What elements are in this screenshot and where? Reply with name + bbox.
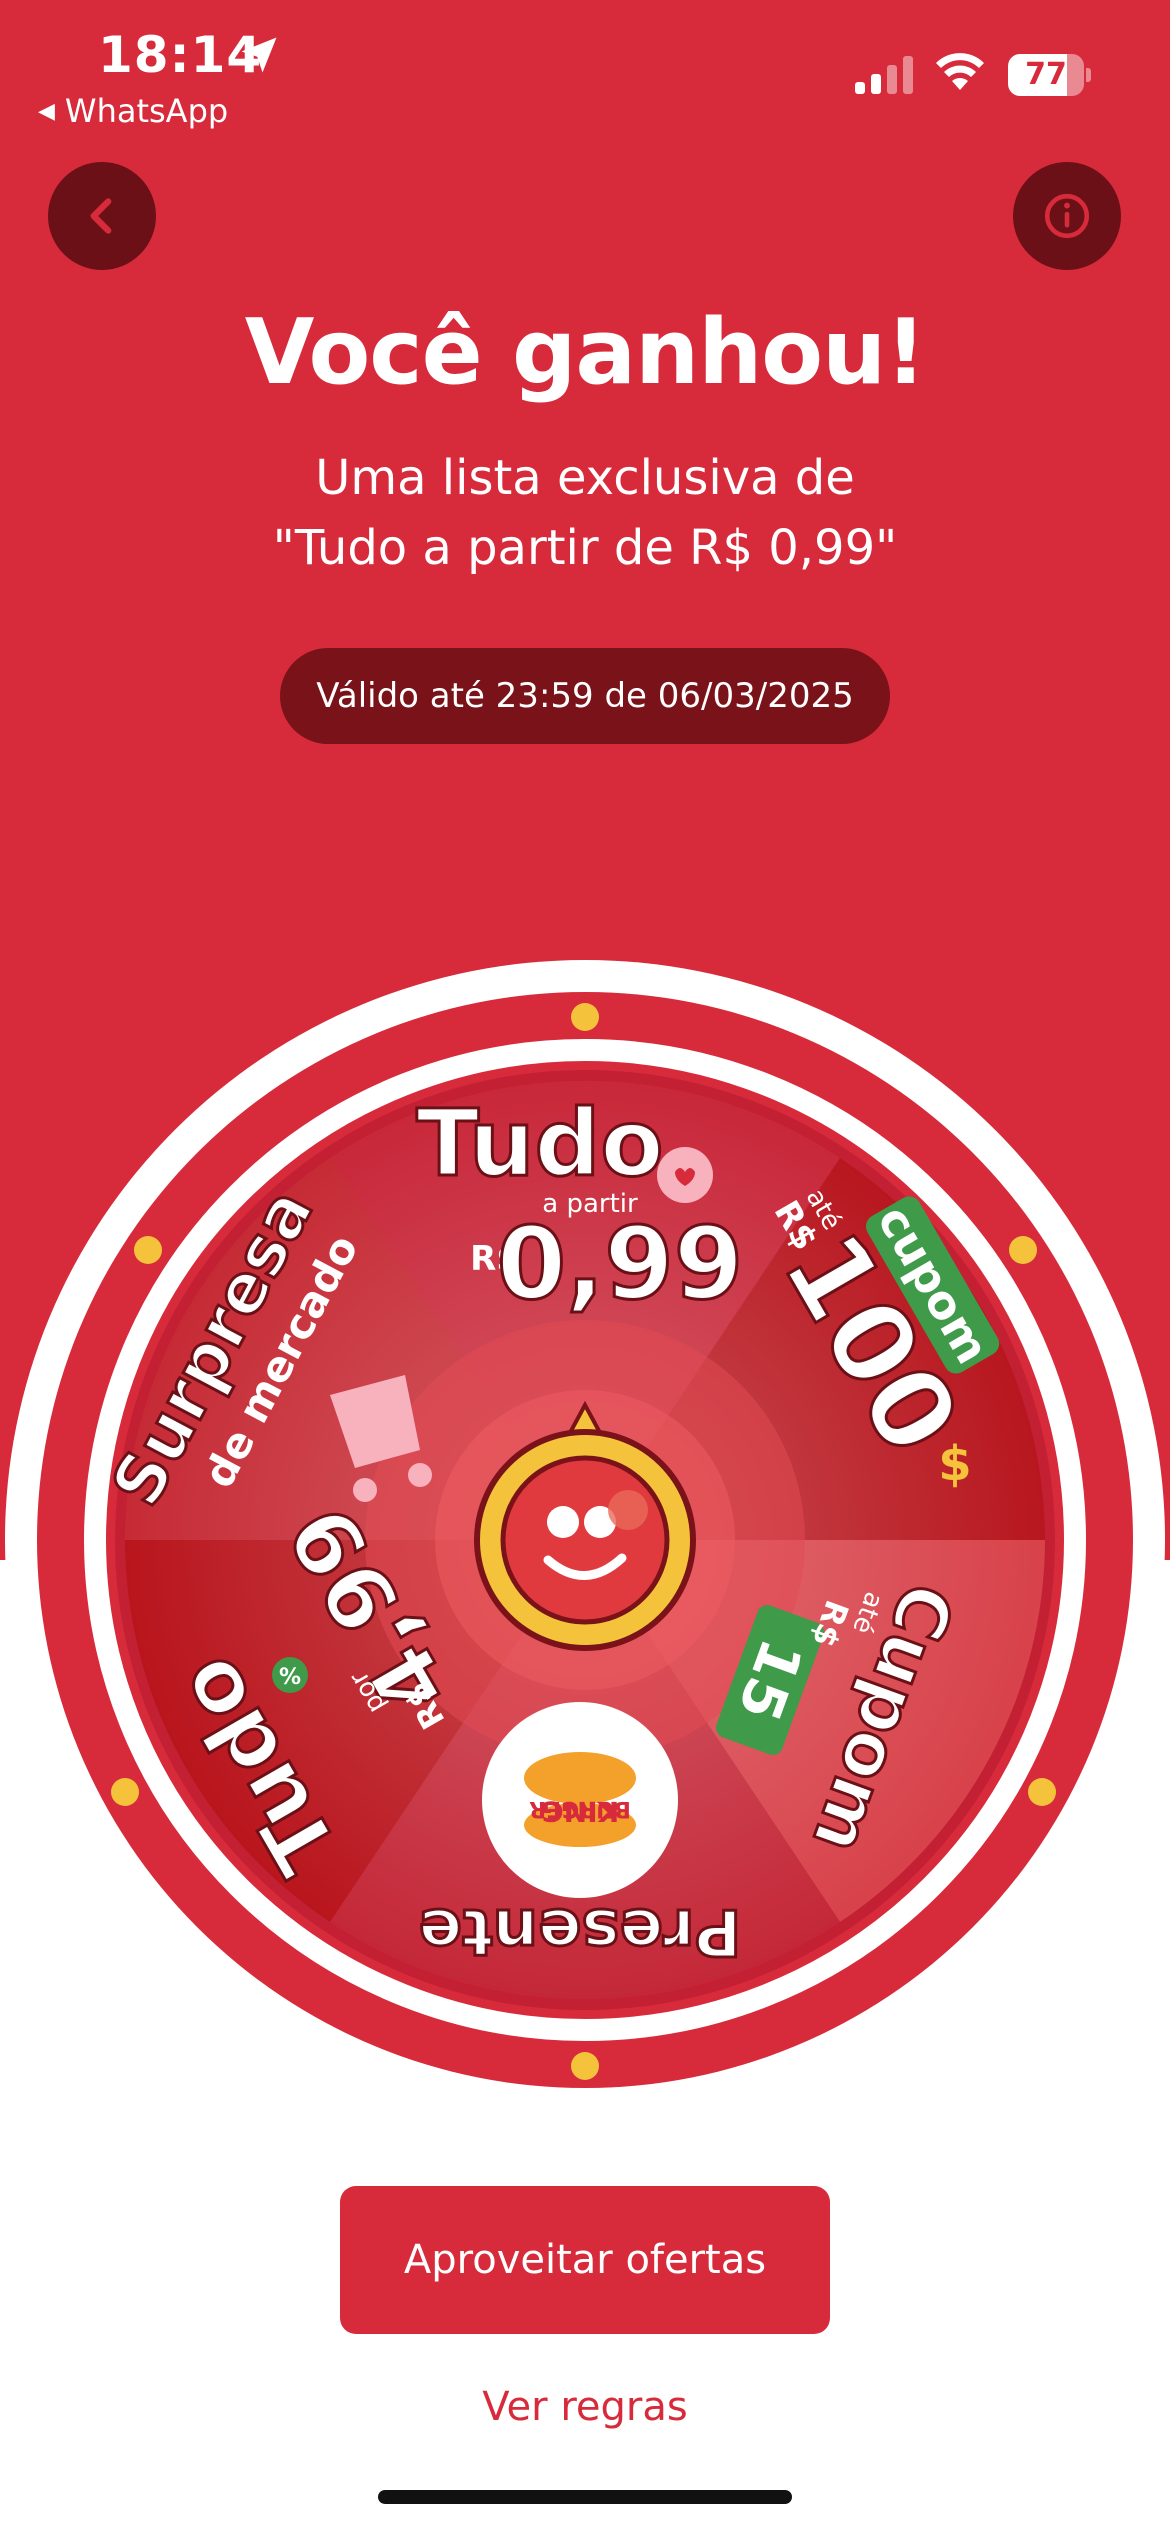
home-indicator[interactable] xyxy=(378,2490,792,2504)
battery-nub xyxy=(1086,68,1091,82)
ver-regras-link[interactable]: Ver regras xyxy=(0,2384,1170,2430)
battery-level: 77 xyxy=(1025,57,1067,92)
mascot-cheek xyxy=(608,1490,648,1530)
prize-wheel: Tudo a partir R$ 0,99 cupom até R$ 100 $… xyxy=(5,960,1165,2100)
percent-glyph: % xyxy=(279,1665,301,1690)
rim-dot xyxy=(571,1003,599,1031)
back-chevron-icon xyxy=(90,198,112,234)
page-title: Você ganhou! xyxy=(244,300,927,405)
rim-dot xyxy=(111,1778,139,1806)
rim-dot xyxy=(134,1236,162,1264)
back-button[interactable] xyxy=(48,162,156,270)
battery-icon: 77 xyxy=(1008,54,1091,96)
subtitle-line-2: "Tudo a partir de R$ 0,99" xyxy=(272,520,898,576)
mascot-eye xyxy=(547,1506,579,1538)
screen: 18:14 ◀ WhatsApp 77 Você ganhou! Uma lis… xyxy=(0,0,1170,2532)
rim-dot xyxy=(1009,1236,1037,1264)
seg2-dollar-icon: $ xyxy=(938,1436,971,1492)
signal-icon xyxy=(855,56,913,94)
hearts-icon xyxy=(657,1147,713,1203)
subtitle-line-1: Uma lista exclusiva de xyxy=(315,450,855,506)
location-arrow-icon xyxy=(241,37,277,73)
seg4-title: Presente xyxy=(419,1894,742,1968)
rim-dot xyxy=(571,2052,599,2080)
wifi-icon xyxy=(936,53,984,90)
seg1-title: Tudo xyxy=(416,1090,663,1197)
back-app-label: WhatsApp xyxy=(64,92,229,130)
bk-logo-bottom: KING xyxy=(541,1795,620,1828)
rim-dot xyxy=(1028,1778,1056,1806)
aproveitar-ofertas-button[interactable]: Aproveitar ofertas xyxy=(340,2186,830,2334)
info-icon xyxy=(1044,193,1090,239)
info-button[interactable] xyxy=(1013,162,1121,270)
mascot-icon xyxy=(500,1455,670,1625)
back-triangle-icon: ◀ xyxy=(38,98,55,124)
validity-badge: Válido até 23:59 de 06/03/2025 xyxy=(280,648,890,744)
seg1-value: 0,99 xyxy=(497,1205,744,1322)
back-to-app-link[interactable]: ◀ WhatsApp xyxy=(38,92,228,130)
